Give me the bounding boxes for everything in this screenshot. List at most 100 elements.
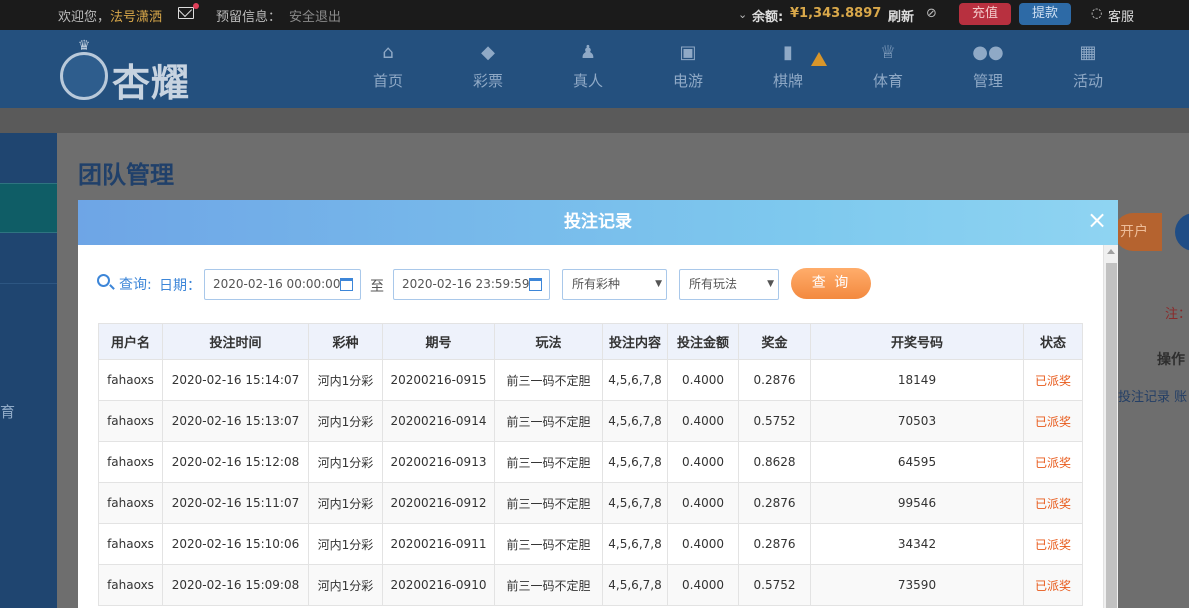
cell-issue: 20200216-0910 [382,564,495,606]
recharge-button[interactable]: 充值 [959,3,1011,25]
bet-record-link[interactable]: 投注记录 账 [1118,386,1187,405]
top-bar: 欢迎您， 法号潇洒 预留信息： 安全退出 ⌄ 余额: ¥1,343.8897 刷… [0,0,1189,30]
cell-content: 4,5,6,7,8 [602,400,668,442]
sidebar-divider [0,283,57,284]
cards-icon: ▮ [783,42,793,63]
status-badge: 已派奖 [1023,359,1083,401]
cell-amount: 0.4000 [667,564,739,606]
cell-lottery: 河内1分彩 [308,359,383,401]
nav-sports[interactable]: ♕ 体育 [858,42,918,91]
cell-draw-number: 18149 [810,359,1024,401]
cell-lottery: 河内1分彩 [308,482,383,524]
table-row: fahaoxs 2020-02-16 15:10:06 河内1分彩 202002… [98,523,1083,565]
cell-lottery: 河内1分彩 [308,564,383,606]
nav-cards[interactable]: ▮ 棋牌 [758,42,818,91]
nav-events[interactable]: ▦ 活动 [1058,42,1118,91]
gift-icon: ▦ [1079,42,1097,63]
cell-username: fahaoxs [98,523,163,565]
nav-label: 电游 [672,72,703,90]
chevron-down-icon: ▼ [655,279,662,289]
mail-icon[interactable] [178,7,194,19]
cell-username: fahaoxs [98,359,163,401]
column-header: 投注内容 [602,323,668,360]
note-label: 注： [1165,307,1189,322]
username[interactable]: 法号潇洒 [110,6,162,25]
cell-bet-time: 2020-02-16 15:09:08 [162,564,309,606]
cell-lottery: 河内1分彩 [308,400,383,442]
cell-username: fahaoxs [98,482,163,524]
play-type-value: 所有玩法 [689,277,738,291]
cell-draw-number: 64595 [810,441,1024,483]
cell-play: 前三一码不定胆 [494,564,603,606]
cell-prize: 0.2876 [738,523,811,565]
nav-manage[interactable]: ●● 管理 [958,42,1018,91]
column-header: 投注时间 [162,323,309,360]
sidebar-item-label[interactable]: 育 [0,401,15,422]
cell-issue: 20200216-0915 [382,359,495,401]
cell-lottery: 河内1分彩 [308,523,383,565]
withdraw-button[interactable]: 提款 [1019,3,1071,25]
cell-amount: 0.4000 [667,441,739,483]
cell-draw-number: 73590 [810,564,1024,606]
bet-record-table: 用户名 投注时间 彩种 期号 玩法 投注内容 投注金额 奖金 开奖号码 状态 f… [98,323,1083,606]
play-type-select[interactable]: 所有玩法 ▼ [679,269,779,300]
open-account-button[interactable]: 开户 [1114,213,1162,251]
nav-label: 首页 [372,72,403,90]
start-date-input[interactable]: 2020-02-16 00:00:00 [204,269,361,300]
status-badge: 已派奖 [1023,441,1083,483]
cell-username: fahaoxs [98,564,163,606]
page-action-button[interactable] [1175,213,1189,251]
cell-content: 4,5,6,7,8 [602,564,668,606]
cell-bet-time: 2020-02-16 15:11:07 [162,482,309,524]
cell-play: 前三一码不定胆 [494,359,603,401]
status-badge: 已派奖 [1023,564,1083,606]
column-header: 投注金额 [667,323,739,360]
header-band [0,108,1189,133]
sidebar-item-active[interactable] [0,183,57,233]
chat-icon[interactable]: ◌ [1091,6,1102,21]
scrollbar-thumb[interactable] [1106,263,1117,608]
refresh-link[interactable]: 刷新 [888,6,914,25]
cell-draw-number: 70503 [810,400,1024,442]
nav-live[interactable]: ♟ 真人 [558,42,618,91]
end-date-input[interactable]: 2020-02-16 23:59:59 [393,269,550,300]
query-button[interactable]: 查 询 [791,268,871,299]
column-header: 期号 [382,323,495,360]
cell-bet-time: 2020-02-16 15:10:06 [162,523,309,565]
status-badge: 已派奖 [1023,400,1083,442]
cell-issue: 20200216-0913 [382,441,495,483]
lottery-type-select[interactable]: 所有彩种 ▼ [562,269,667,300]
to-label: 至 [370,279,384,295]
calendar-icon[interactable] [340,278,353,291]
cell-prize: 0.5752 [738,564,811,606]
bet-record-modal: 投注记录 × 查询: 日期： 2020-02-16 00:00:00 至 202… [78,200,1118,608]
main-header: ♛ 杏耀 ⌂ 首页 ◆ 彩票 ♟ 真人 ▣ 电游 ▮ 棋牌 ♕ 体育 ●● 管理… [0,30,1189,108]
table-row: fahaoxs 2020-02-16 15:13:07 河内1分彩 202002… [98,400,1083,442]
nav-label: 彩票 [472,72,503,90]
nav-lottery[interactable]: ◆ 彩票 [458,42,518,91]
cell-play: 前三一码不定胆 [494,441,603,483]
logo-text[interactable]: 杏耀 [112,52,190,107]
modal-scrollbar[interactable] [1103,245,1118,608]
cell-play: 前三一码不定胆 [494,400,603,442]
calendar-icon[interactable] [529,278,542,291]
cell-prize: 0.8628 [738,441,811,483]
nav-label: 棋牌 [772,72,803,90]
logo-emblem[interactable] [60,52,108,100]
table-row: fahaoxs 2020-02-16 15:11:07 河内1分彩 202002… [98,482,1083,524]
hot-badge-icon [811,52,827,66]
end-date-value: 2020-02-16 23:59:59 [402,277,530,291]
chevron-down-icon: ▼ [767,279,774,289]
eye-off-icon[interactable]: ⊘ [926,6,937,21]
person-icon: ♟ [579,42,597,63]
cell-play: 前三一码不定胆 [494,523,603,565]
chevron-down-icon[interactable]: ⌄ [738,8,747,21]
close-icon[interactable]: × [1086,208,1108,232]
nav-slots[interactable]: ▣ 电游 [658,42,718,91]
logout-link[interactable]: 安全退出 [289,6,341,25]
customer-service-link[interactable]: 客服 [1108,6,1134,25]
column-header: 奖金 [738,323,811,360]
scroll-up-arrow-icon[interactable] [1107,249,1115,254]
nav-home[interactable]: ⌂ 首页 [358,42,418,91]
slot-icon: ▣ [679,42,697,63]
